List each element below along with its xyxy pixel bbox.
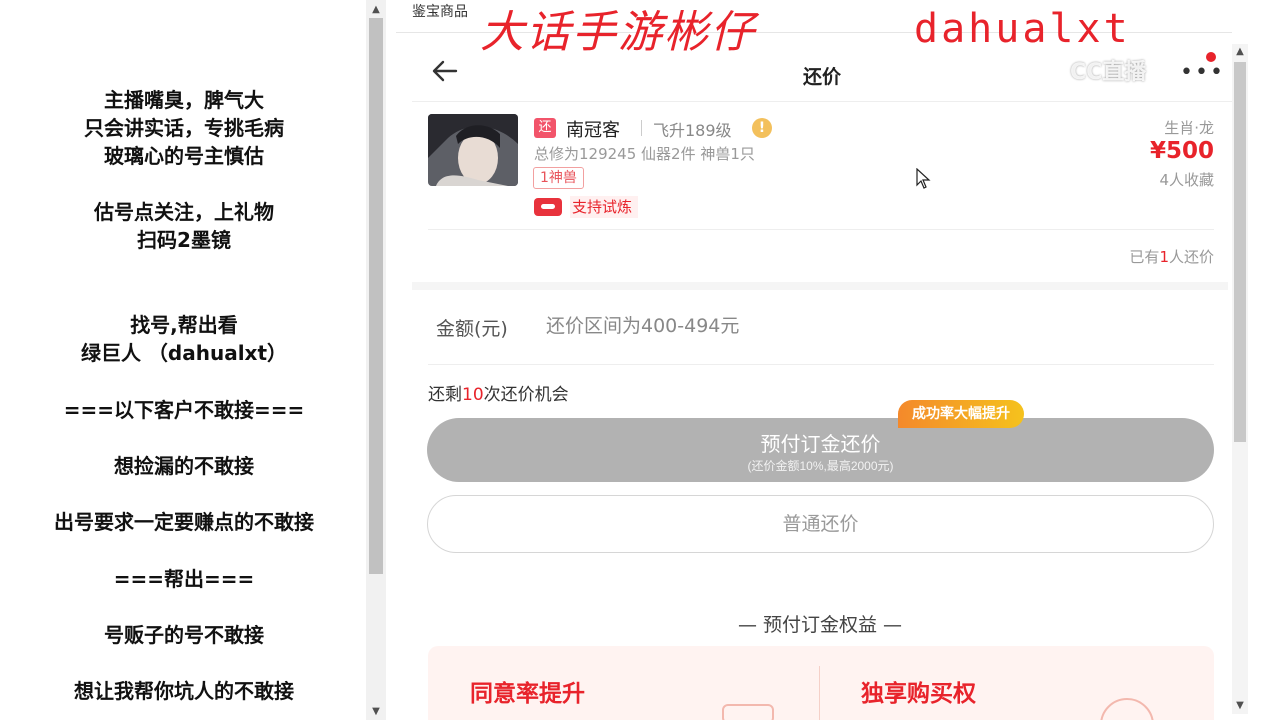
amount-input[interactable] bbox=[546, 312, 1186, 340]
benefits-title: — 预付订金权益 — bbox=[737, 614, 903, 636]
scrollbar-thumb[interactable] bbox=[369, 18, 383, 574]
notice-line: ===帮出=== bbox=[113, 567, 255, 591]
scroll-down-icon[interactable]: ▼ bbox=[1232, 698, 1248, 714]
mouse-cursor-icon bbox=[916, 167, 932, 190]
notice-line: 绿巨人 （dahualxt） bbox=[80, 341, 288, 365]
benefit-approval-rate: 同意率提升 bbox=[470, 681, 585, 707]
price-label: ¥500 bbox=[1149, 138, 1214, 164]
notice-panel: 主播嘴臭，脾气大 只会讲实话，专挑毛病 玻璃心的号主慎估 估号点关注，上礼物 扫… bbox=[0, 0, 368, 720]
scroll-down-icon[interactable]: ▼ bbox=[366, 704, 386, 720]
page-label: 鉴宝商品 bbox=[412, 4, 468, 20]
card-icon bbox=[722, 704, 774, 720]
prepay-deposit-button[interactable]: 预付订金还价 (还价金额10%,最高2000元) bbox=[427, 418, 1214, 482]
notice-line: 找号,帮出看 bbox=[130, 313, 238, 337]
success-rate-badge: 成功率大幅提升 bbox=[898, 400, 1024, 428]
offer-count-number: 1 bbox=[1159, 248, 1169, 266]
left-scrollbar[interactable]: ▲ ▼ bbox=[366, 0, 386, 720]
notice-line: 扫码2墨镜 bbox=[137, 228, 231, 252]
cc-watermark: CC直播 bbox=[1070, 60, 1147, 85]
notice-line: 想捡漏的不敢接 bbox=[114, 454, 254, 478]
character-stats: 总修为129245 仙器2件 神兽1只 bbox=[534, 145, 755, 163]
notice-line: 估号点关注，上礼物 bbox=[94, 200, 274, 224]
divider bbox=[428, 229, 1214, 230]
notice-line: 主播嘴臭，脾气大 bbox=[104, 88, 264, 112]
offer-count-suffix: 人还价 bbox=[1168, 248, 1214, 266]
notice-line: ===以下客户不敢接=== bbox=[63, 398, 305, 422]
divider bbox=[428, 364, 1214, 365]
scroll-up-icon[interactable]: ▲ bbox=[1232, 44, 1248, 60]
stream-title-overlay: 大话手游彬仔 bbox=[480, 7, 756, 58]
notice-line: 想让我帮你坑人的不敢接 bbox=[74, 679, 294, 703]
amount-label: 金额(元) bbox=[436, 318, 508, 340]
more-dots-icon[interactable]: ••• bbox=[1180, 60, 1225, 85]
notice-line: 号贩子的号不敢接 bbox=[104, 623, 264, 647]
divider bbox=[641, 120, 642, 136]
prepay-button-label: 预付订金还价 bbox=[760, 434, 881, 456]
benefit-exclusive-purchase: 独享购买权 bbox=[861, 681, 976, 707]
notice-line: 出号要求一定要赚点的不敢接 bbox=[54, 510, 314, 534]
notice-line: 只会讲实话，专挑毛病 bbox=[84, 116, 284, 140]
scroll-up-icon[interactable]: ▲ bbox=[366, 2, 386, 18]
remaining-chances: 还剩10次还价机会 bbox=[428, 380, 569, 405]
chances-count: 10 bbox=[462, 385, 484, 405]
trial-support-label: 支持试炼 bbox=[570, 196, 639, 218]
offer-count-prefix: 已有 bbox=[1129, 248, 1160, 266]
beast-tag: 1神兽 bbox=[533, 167, 584, 189]
scrollbar-thumb[interactable] bbox=[1234, 62, 1246, 442]
right-scrollbar[interactable]: ▲ ▼ bbox=[1232, 44, 1248, 714]
notification-dot-icon bbox=[1206, 52, 1216, 62]
character-name: 南冠客 bbox=[566, 120, 620, 141]
streamer-id-overlay: dahualxt bbox=[914, 6, 1131, 52]
offer-count: 已有1人还价 bbox=[1000, 246, 1214, 267]
chances-prefix: 还剩 bbox=[428, 385, 462, 405]
avatar[interactable] bbox=[428, 114, 518, 186]
warning-icon[interactable]: ! bbox=[752, 118, 772, 138]
huan-badge: 还 bbox=[534, 118, 556, 138]
prepay-button-sublabel: (还价金额10%,最高2000元) bbox=[747, 459, 894, 473]
divider bbox=[819, 666, 820, 720]
section-gap bbox=[412, 282, 1228, 290]
chances-suffix: 次还价机会 bbox=[483, 385, 569, 405]
favorites-count: 4人收藏 bbox=[1159, 171, 1214, 189]
normal-offer-button[interactable]: 普通还价 bbox=[427, 495, 1214, 553]
gamepad-icon bbox=[534, 198, 562, 216]
notice-line: 玻璃心的号主慎估 bbox=[104, 144, 264, 168]
character-level: 飞升189级 bbox=[653, 121, 732, 140]
zodiac-label: 生肖·龙 bbox=[1164, 119, 1214, 137]
